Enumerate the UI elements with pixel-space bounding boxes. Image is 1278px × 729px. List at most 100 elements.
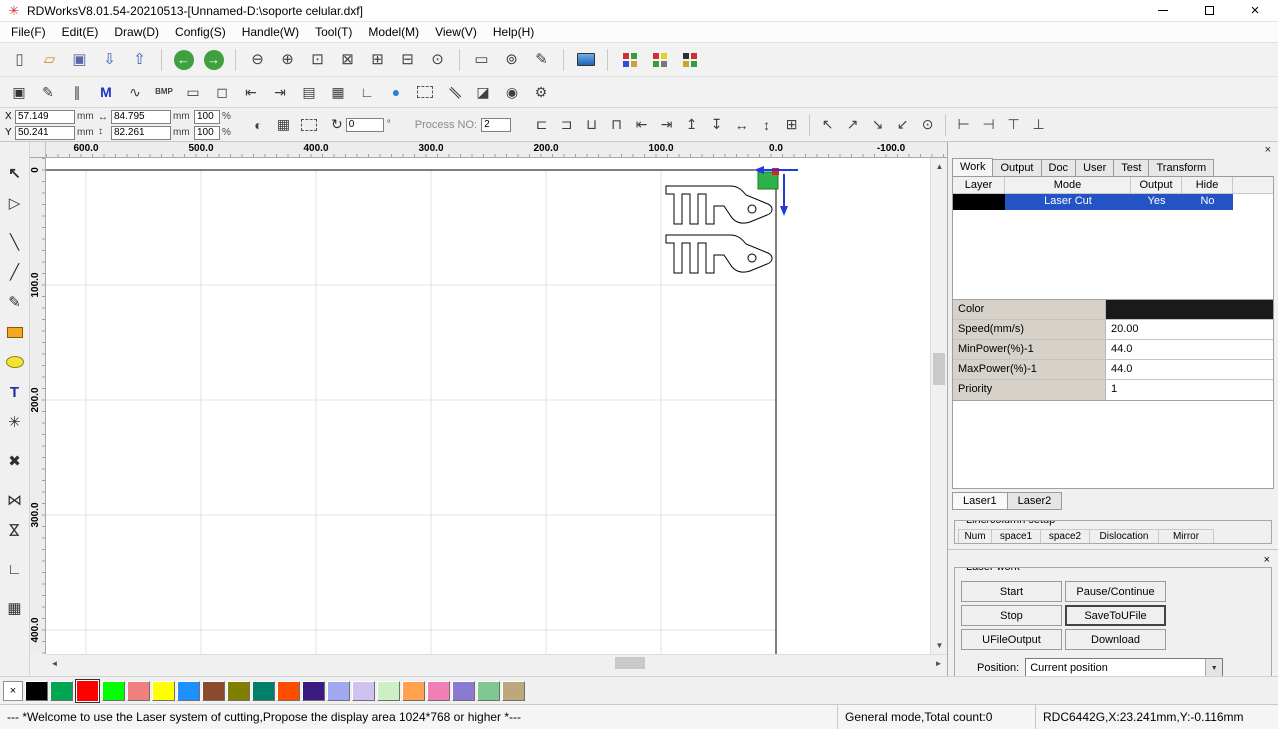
preview-eye-icon[interactable]: ◉ (499, 80, 525, 104)
zoom-window-icon[interactable]: ⊡ (304, 47, 331, 73)
horizontal-scrollbar[interactable]: ◄ ► (46, 654, 947, 671)
horizontal-scroll-thumb[interactable] (615, 657, 645, 669)
layer-hide-cell[interactable]: No (1182, 194, 1233, 210)
output-select-icon[interactable] (676, 47, 703, 73)
property-value[interactable] (1106, 300, 1273, 319)
layer-row[interactable]: Laser Cut Yes No (953, 194, 1273, 210)
move-center-icon[interactable]: ⊙ (915, 113, 940, 137)
offset-left-icon[interactable]: ⇤ (238, 80, 264, 104)
palette-color-1e8fff[interactable] (177, 680, 200, 701)
palette-color-9fa8f0[interactable] (327, 680, 350, 701)
undo-icon[interactable]: ← (170, 47, 197, 73)
palette-color-ffa14f[interactable] (402, 680, 425, 701)
scroll-up-button[interactable]: ▲ (931, 158, 947, 175)
panel-close-icon[interactable]: × (1265, 145, 1271, 156)
save-icon[interactable]: ▣ (66, 47, 93, 73)
invert-colors-icon[interactable]: ◐ (246, 113, 271, 137)
mirror-horizontal-icon[interactable]: ⋈ (2, 487, 28, 513)
palette-color-cdefc5[interactable] (377, 680, 400, 701)
scroll-right-button[interactable]: ► (930, 655, 947, 672)
pick-pen-icon[interactable]: ✎ (528, 47, 555, 73)
menu-view[interactable]: View(V) (427, 23, 485, 41)
close-button[interactable]: × (1232, 0, 1278, 21)
palette-color-00ff00[interactable] (102, 680, 125, 701)
dock-left-icon[interactable]: ⊢ (951, 113, 976, 137)
offset-right-icon[interactable]: ⇥ (267, 80, 293, 104)
tab-laser1[interactable]: Laser1 (952, 492, 1008, 510)
pen-pick-icon[interactable]: ✎ (35, 80, 61, 104)
ungroup-icon[interactable]: ⊐ (554, 113, 579, 137)
move-bottom-left-icon[interactable]: ↙ (890, 113, 915, 137)
palette-color-00a651[interactable] (50, 680, 73, 701)
material-library-icon[interactable]: M (93, 80, 119, 104)
layer-mode-cell[interactable]: Laser Cut (1005, 194, 1131, 210)
select-tool-icon[interactable]: ↖ (2, 160, 28, 186)
tab-doc[interactable]: Doc (1040, 159, 1077, 176)
palette-color-8a7ad0[interactable] (452, 680, 475, 701)
rotate-icon[interactable]: ↻ (331, 116, 343, 133)
zoom-out-icon[interactable]: ⊖ (244, 47, 271, 73)
align-bottom-icon[interactable]: ↧ (704, 113, 729, 137)
palette-color-3a1a80[interactable] (302, 680, 325, 701)
simulate-output-icon[interactable] (616, 47, 643, 73)
align-center-h-icon[interactable]: ↔ (729, 113, 754, 137)
menu-tool[interactable]: Tool(T) (307, 23, 360, 41)
menu-file[interactable]: File(F) (3, 23, 54, 41)
tab-output[interactable]: Output (992, 159, 1042, 176)
vertical-scrollbar[interactable]: ▲ ▼ (930, 158, 947, 654)
dock-top-icon[interactable]: ⊤ (1001, 113, 1026, 137)
y-position-input[interactable] (15, 125, 75, 140)
curve-smooth-icon[interactable]: ∿ (122, 80, 148, 104)
start-button[interactable]: Start (961, 581, 1062, 602)
minimize-button[interactable] (1140, 0, 1186, 21)
polyline-tool-icon[interactable]: ╱ (2, 259, 28, 285)
layer-header-mode[interactable]: Mode (1005, 177, 1131, 193)
bmp-icon[interactable]: BMP (151, 80, 177, 104)
dropdown-arrow-icon[interactable]: ▼ (1205, 659, 1223, 676)
drawing-canvas[interactable] (46, 158, 930, 654)
height-input[interactable] (111, 125, 171, 140)
download-button[interactable]: Download (1065, 629, 1166, 650)
node-check-icon[interactable]: ◻ (209, 80, 235, 104)
align-right-icon[interactable]: ⇥ (654, 113, 679, 137)
camera-icon[interactable]: ▣ (6, 80, 32, 104)
cut-region-icon[interactable] (412, 80, 438, 104)
redo-icon[interactable]: → (200, 47, 227, 73)
palette-color-8b4a2b[interactable] (202, 680, 225, 701)
zoom-all-icon[interactable]: ⊠ (334, 47, 361, 73)
layer-color-swatch[interactable] (953, 194, 1005, 210)
layer-header-output[interactable]: Output (1131, 177, 1182, 193)
property-value[interactable]: 44.0 (1106, 360, 1273, 379)
dock-right-icon[interactable]: ⊣ (976, 113, 1001, 137)
drawing-shape-top[interactable] (665, 185, 773, 225)
layer-header-layer[interactable]: Layer (953, 177, 1005, 193)
pick-point-icon[interactable]: ⊚ (498, 47, 525, 73)
palette-color-ff4d00[interactable] (277, 680, 300, 701)
import-icon[interactable]: ⇩ (96, 47, 123, 73)
menu-draw[interactable]: Draw(D) (106, 23, 167, 41)
mirror-vertical-icon[interactable]: ⋈ (2, 517, 28, 543)
new-file-icon[interactable]: ▯ (6, 47, 33, 73)
ellipse-tool-icon[interactable] (2, 349, 28, 375)
delete-tool-icon[interactable]: ✖ (2, 448, 28, 474)
no-color-button[interactable]: × (3, 680, 23, 701)
palette-color-bca87c[interactable] (502, 680, 525, 701)
scale-x-input[interactable] (194, 109, 220, 124)
zoom-selection-icon[interactable]: ⊞ (364, 47, 391, 73)
copy-array-icon[interactable] (296, 113, 321, 137)
align-top-icon[interactable]: ↥ (679, 113, 704, 137)
settings-gear-icon[interactable]: ⚙ (528, 80, 554, 104)
ruler-icon[interactable]: ∥ (64, 80, 90, 104)
palette-color-00806b[interactable] (252, 680, 275, 701)
vertical-scroll-thumb[interactable] (933, 353, 945, 385)
lens-icon[interactable]: ● (383, 80, 409, 104)
align-left-icon[interactable]: ⇤ (629, 113, 654, 137)
move-top-left-icon[interactable]: ↖ (815, 113, 840, 137)
print-icon[interactable]: ▤ (296, 80, 322, 104)
zoom-extent-icon[interactable]: ⊙ (424, 47, 451, 73)
tab-laser2[interactable]: Laser2 (1006, 492, 1063, 510)
open-folder-icon[interactable]: ▱ (36, 47, 63, 73)
offset-tool-icon[interactable]: ∟ (2, 556, 28, 582)
tile-icon[interactable]: ▦ (271, 113, 296, 137)
array-tool-icon[interactable]: ▦ (2, 595, 28, 621)
